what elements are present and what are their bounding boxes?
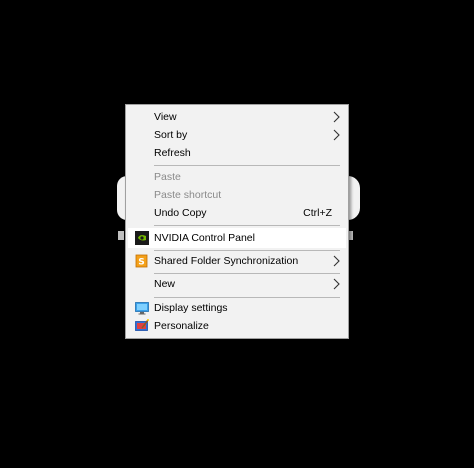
- menu-item-shortcut: Ctrl+Z: [303, 207, 332, 219]
- menu-item-shared-folder-sync[interactable]: S Shared Folder Synchronization: [128, 252, 346, 270]
- menu-item-paste[interactable]: Paste: [128, 168, 346, 186]
- desktop-context-menu: View Sort by Refresh Paste Paste shortcu…: [125, 104, 349, 339]
- menu-item-label: View: [154, 111, 177, 123]
- menu-item-refresh[interactable]: Refresh: [128, 144, 346, 162]
- menu-item-label: New: [154, 278, 176, 290]
- nvidia-icon: [135, 231, 149, 245]
- menu-item-view[interactable]: View: [128, 108, 346, 126]
- menu-separator: [154, 165, 340, 166]
- menu-item-label: Paste shortcut: [154, 189, 222, 201]
- menu-separator: [154, 297, 340, 298]
- chevron-right-icon: [333, 111, 340, 123]
- menu-separator: [154, 250, 340, 251]
- menu-item-nvidia-control-panel[interactable]: NVIDIA Control Panel: [128, 228, 346, 248]
- svg-text:S: S: [138, 258, 144, 268]
- menu-item-label: Personalize: [154, 320, 209, 332]
- menu-item-display-settings[interactable]: Display settings: [128, 299, 346, 317]
- menu-item-paste-shortcut[interactable]: Paste shortcut: [128, 186, 346, 204]
- menu-item-label: NVIDIA Control Panel: [154, 232, 255, 244]
- menu-item-new[interactable]: New: [128, 275, 346, 293]
- menu-item-label: Undo Copy: [154, 207, 207, 219]
- menu-item-label: Shared Folder Synchronization: [154, 255, 299, 267]
- menu-separator: [154, 273, 340, 274]
- menu-item-label: Paste: [154, 171, 181, 183]
- personalize-icon: [135, 319, 149, 331]
- menu-separator: [154, 225, 340, 226]
- menu-item-undo-copy[interactable]: Undo Copy Ctrl+Z: [128, 204, 346, 222]
- display-icon: [135, 302, 149, 315]
- menu-item-label: Display settings: [154, 302, 228, 314]
- chevron-right-icon: [333, 278, 340, 290]
- menu-item-label: Sort by: [154, 129, 188, 141]
- chevron-right-icon: [333, 255, 340, 267]
- desktop[interactable]: View Sort by Refresh Paste Paste shortcu…: [0, 0, 474, 468]
- menu-item-sort-by[interactable]: Sort by: [128, 126, 346, 144]
- background-art: [348, 176, 360, 220]
- sync-folder-icon: S: [135, 254, 148, 268]
- chevron-right-icon: [333, 129, 340, 141]
- background-art: [118, 231, 124, 240]
- menu-item-label: Refresh: [154, 147, 191, 159]
- menu-item-personalize[interactable]: Personalize: [128, 317, 346, 335]
